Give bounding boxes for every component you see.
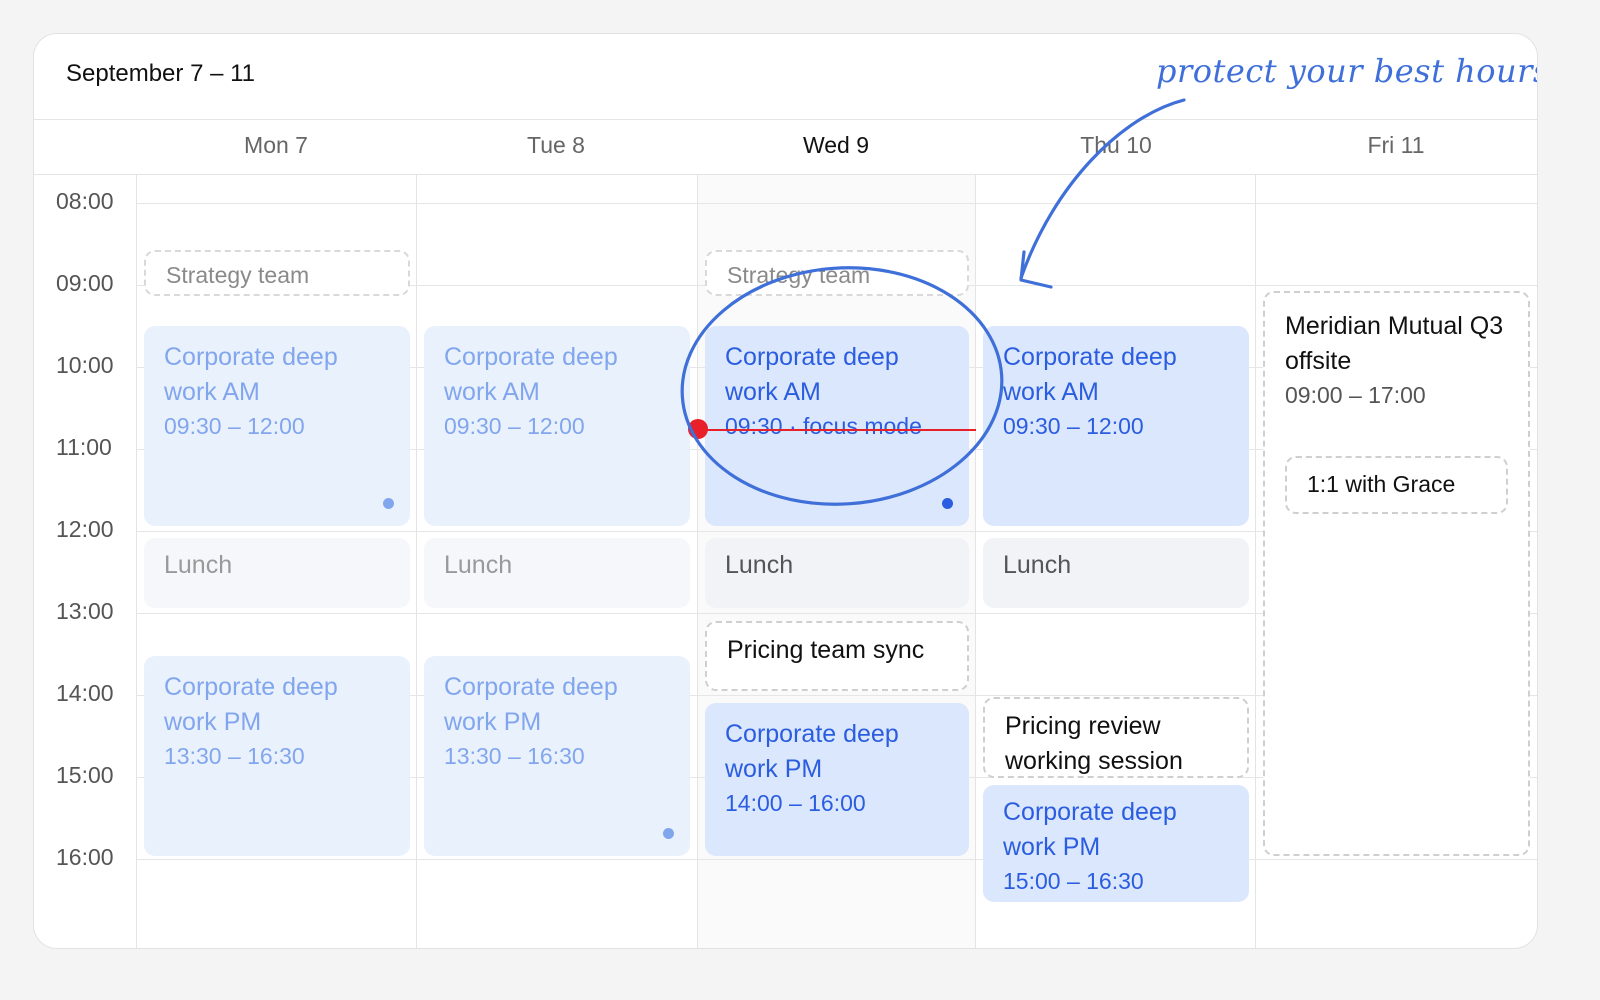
event-title: Corporate deep work PM <box>1003 798 1177 861</box>
hour-label: 16:00 <box>56 844 114 870</box>
event-time: 09:30 · focus mode <box>725 413 922 439</box>
hour-gridline <box>136 859 1537 860</box>
status-dot-icon <box>942 498 953 509</box>
event-deep-work-am-wed[interactable]: Corporate deep work AM 09:30 · focus mod… <box>705 326 969 526</box>
arrow-icon <box>1019 98 1186 280</box>
event-lunch-thu[interactable]: Lunch <box>983 538 1249 608</box>
day-header-fri[interactable]: Fri 11 <box>1256 132 1536 159</box>
event-strategy-team-wed[interactable]: Strategy team <box>705 250 969 296</box>
event-time: 09:30 – 12:00 <box>1003 413 1144 439</box>
day-header-tue[interactable]: Tue 8 <box>416 132 696 159</box>
event-deep-work-am-tue[interactable]: Corporate deep work AM 09:30 – 12:00 <box>424 326 690 526</box>
event-title: Corporate deep work AM <box>1003 343 1177 406</box>
event-pricing-team-sync[interactable]: Pricing team sync <box>705 621 969 691</box>
day-header-mon[interactable]: Mon 7 <box>136 132 416 159</box>
column-divider <box>416 175 417 948</box>
hour-gridline <box>136 203 1537 204</box>
event-title: Lunch <box>444 551 513 579</box>
event-deep-work-am-mon[interactable]: Corporate deep work AM 09:30 – 12:00 <box>144 326 410 526</box>
event-title: Pricing review working session <box>1005 712 1183 775</box>
event-lunch-wed[interactable]: Lunch <box>705 538 969 608</box>
event-title: Corporate deep work AM <box>164 343 338 406</box>
column-divider <box>697 175 698 948</box>
hour-label: 15:00 <box>56 762 114 788</box>
event-title: Meridian Mutual Q3 offsite <box>1285 312 1504 375</box>
event-time: 13:30 – 16:30 <box>444 743 585 769</box>
annotation-note: protect your best hours <box>1156 52 1538 90</box>
hour-label: 11:00 <box>56 434 112 460</box>
event-title: Corporate deep work AM <box>444 343 618 406</box>
hour-label: 09:00 <box>56 270 114 296</box>
event-title: 1:1 with Grace <box>1307 471 1456 497</box>
event-time: 15:00 – 16:30 <box>1003 868 1144 894</box>
event-title: Strategy team <box>166 262 310 288</box>
event-title: Corporate deep work PM <box>444 673 618 736</box>
event-lunch-tue[interactable]: Lunch <box>424 538 690 608</box>
event-title: Corporate deep work AM <box>725 343 899 406</box>
event-time: 09:00 – 17:00 <box>1285 382 1426 408</box>
header-divider <box>34 119 1537 120</box>
hour-label: 14:00 <box>56 680 114 706</box>
event-title: Lunch <box>1003 551 1072 579</box>
event-deep-work-am-thu[interactable]: Corporate deep work AM 09:30 – 12:00 <box>983 326 1249 526</box>
event-lunch-mon[interactable]: Lunch <box>144 538 410 608</box>
calendar-week-view: September 7 – 11 Mon 7 Tue 8 Wed 9 Thu 1… <box>33 33 1538 949</box>
hour-label: 08:00 <box>56 188 114 214</box>
event-deep-work-pm-mon[interactable]: Corporate deep work PM 13:30 – 16:30 <box>144 656 410 856</box>
event-title: Strategy team <box>727 262 871 288</box>
event-pricing-review-working-session[interactable]: Pricing review working session <box>983 697 1249 778</box>
current-time-line <box>698 429 976 431</box>
column-divider <box>1255 175 1256 948</box>
day-header-wed[interactable]: Wed 9 <box>696 132 976 159</box>
arrow-head-icon <box>1019 250 1053 289</box>
event-meridian-mutual-offsite[interactable]: Meridian Mutual Q3 offsite 09:00 – 17:00 <box>1263 291 1530 856</box>
event-time: 09:30 – 12:00 <box>164 413 305 439</box>
event-time: 14:00 – 16:00 <box>725 790 866 816</box>
event-title: Corporate deep work PM <box>725 720 899 783</box>
event-title: Lunch <box>725 551 794 579</box>
column-divider <box>975 175 976 948</box>
hour-label: 10:00 <box>56 352 114 378</box>
event-one-on-one-grace[interactable]: 1:1 with Grace <box>1285 456 1508 514</box>
date-range-title: September 7 – 11 <box>66 60 256 87</box>
event-title: Corporate deep work PM <box>164 673 338 736</box>
status-dot-icon <box>663 828 674 839</box>
hour-label: 13:00 <box>56 598 114 624</box>
event-time: 13:30 – 16:30 <box>164 743 305 769</box>
status-dot-icon <box>383 498 394 509</box>
event-deep-work-pm-thu[interactable]: Corporate deep work PM 15:00 – 16:30 <box>983 785 1249 902</box>
event-deep-work-pm-tue[interactable]: Corporate deep work PM 13:30 – 16:30 <box>424 656 690 856</box>
event-time: 09:30 – 12:00 <box>444 413 585 439</box>
current-time-dot <box>688 419 708 439</box>
hour-label: 12:00 <box>56 516 114 542</box>
column-divider <box>136 175 137 948</box>
event-strategy-team-mon[interactable]: Strategy team <box>144 250 410 296</box>
event-title: Pricing team sync <box>727 636 925 664</box>
day-header-thu[interactable]: Thu 10 <box>976 132 1256 159</box>
event-title: Lunch <box>164 551 233 579</box>
event-deep-work-pm-wed[interactable]: Corporate deep work PM 14:00 – 16:00 <box>705 703 969 856</box>
